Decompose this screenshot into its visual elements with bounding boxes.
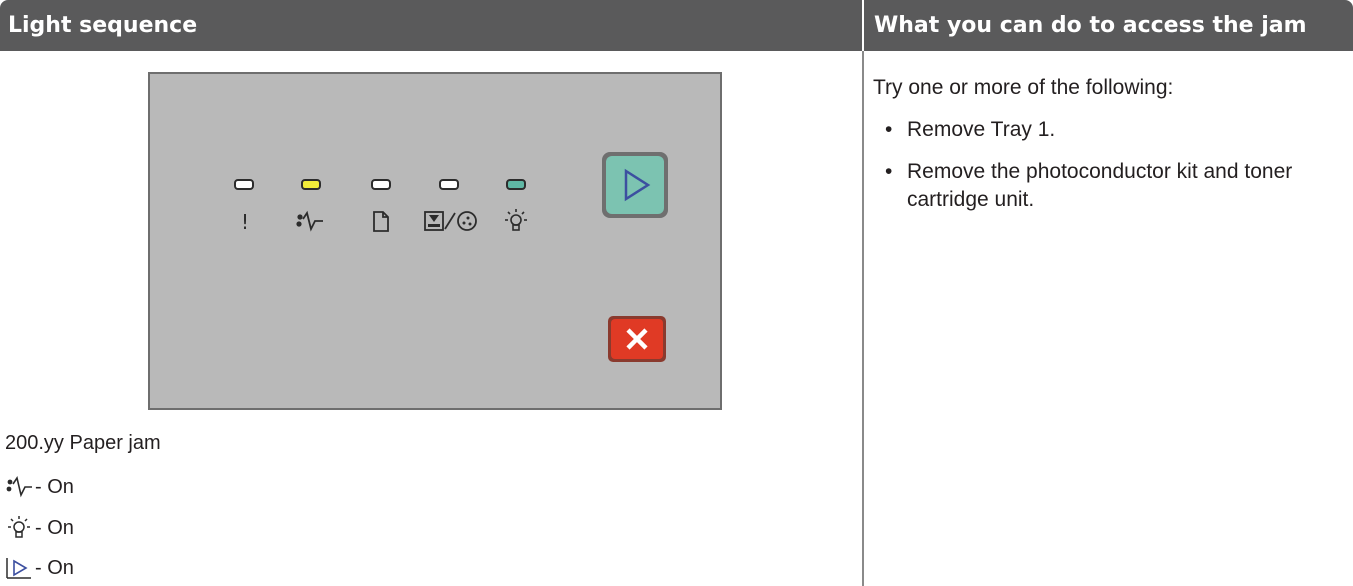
toner-led [439, 179, 459, 190]
ready-light-icon [5, 516, 33, 540]
load-paper-icon [364, 209, 398, 235]
header-divider [862, 0, 864, 51]
load-paper-led [371, 179, 391, 190]
toner-photoconductor-icon [423, 207, 487, 233]
ready-light-icon [499, 208, 533, 234]
state-ready: - On [5, 515, 74, 541]
state-paper-jam: - On [5, 474, 74, 500]
light-sequence-table: Light sequence What you can do to access… [0, 0, 1353, 586]
paper-jam-icon [5, 475, 33, 499]
continue-button[interactable] [601, 151, 669, 219]
exclamation-icon: ! [240, 210, 250, 234]
state-text: - On [35, 556, 74, 579]
error-code-caption: 200.yy Paper jam [5, 432, 161, 454]
paper-jam-led [301, 179, 321, 190]
ready-led [506, 179, 526, 190]
continue-icon [5, 556, 33, 580]
paper-jam-icon [293, 209, 327, 235]
state-text: - On [35, 475, 74, 498]
bullet-icon: • [885, 118, 893, 141]
error-led [234, 179, 254, 190]
state-continue: - On [5, 555, 74, 581]
state-text: - On [35, 516, 74, 539]
column-divider [862, 0, 864, 586]
actions-intro: Try one or more of the following: [873, 76, 1174, 99]
printer-control-panel: ! [148, 72, 722, 410]
bullet-icon: • [885, 160, 893, 183]
column-header-access-jam: What you can do to access the jam [864, 0, 1353, 51]
cancel-button[interactable] [607, 315, 667, 363]
column-header-light-sequence: Light sequence [0, 0, 862, 51]
